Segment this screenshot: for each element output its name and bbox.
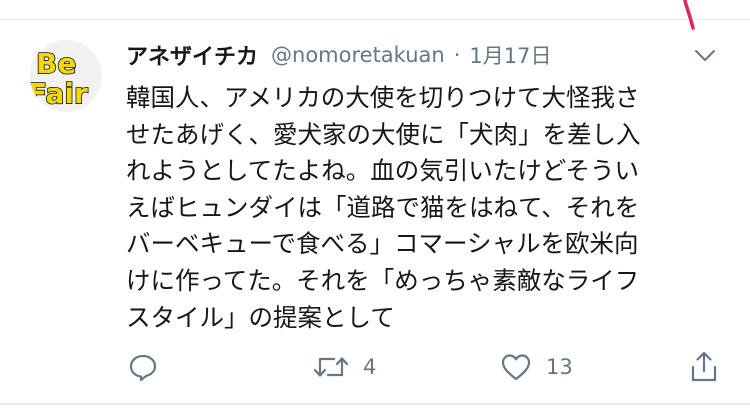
- red-annotation-mark: [683, 0, 695, 30]
- reply-icon: [129, 354, 157, 382]
- tweet-text-line: バーベキューで食べる」コマーシャルを欧米向: [126, 229, 639, 259]
- header-separator: ·: [453, 43, 461, 67]
- share-icon: [691, 351, 717, 382]
- like-count: 13: [546, 355, 573, 379]
- heart-icon: [501, 354, 531, 381]
- retweet-button[interactable]: 4: [313, 350, 376, 384]
- tweet-text-line: れようとしてたよね。血の気引いたけどそうい: [126, 156, 640, 186]
- avatar-text-line1: Be: [36, 47, 76, 80]
- tweet-text-line: えばヒュンダイは「道路で猫をはねて、それを: [126, 192, 640, 222]
- tweet-text-line: けに作ってた。それを「めっちゃ素敵なライフ: [126, 265, 640, 295]
- avatar[interactable]: Be Fair: [30, 40, 102, 112]
- tweet-text-line: せたあげく、愛犬家の大使に「犬肉」を差し入: [126, 119, 641, 149]
- display-name[interactable]: アネザイチカ: [126, 39, 258, 71]
- avatar-logo: Be Fair: [30, 40, 102, 112]
- retweet-count: 4: [363, 355, 377, 379]
- tweet-actions: 4 13: [0, 350, 750, 384]
- bottom-divider: [0, 403, 750, 405]
- like-button[interactable]: 13: [500, 350, 573, 384]
- reply-button[interactable]: [127, 350, 159, 384]
- user-handle[interactable]: @nomoretakuan: [271, 43, 445, 67]
- tweet-text-line: スタイル」の提案として: [126, 302, 395, 332]
- tweet-header: アネザイチカ @nomoretakuan · 1月17日: [126, 38, 551, 72]
- top-divider: [0, 19, 750, 20]
- chevron-down-icon[interactable]: [693, 48, 717, 64]
- tweet-text: 韓国人、アメリカの大使を切りつけて大怪我さ せたあげく、愛犬家の大使に「犬肉」を…: [126, 80, 726, 336]
- tweet-text-line: 韓国人、アメリカの大使を切りつけて大怪我さ: [126, 83, 640, 112]
- tweet-date[interactable]: 1月17日: [469, 40, 551, 70]
- retweet-icon: [313, 357, 349, 377]
- avatar-text-line2: Fair: [30, 77, 88, 110]
- share-button[interactable]: [689, 350, 719, 384]
